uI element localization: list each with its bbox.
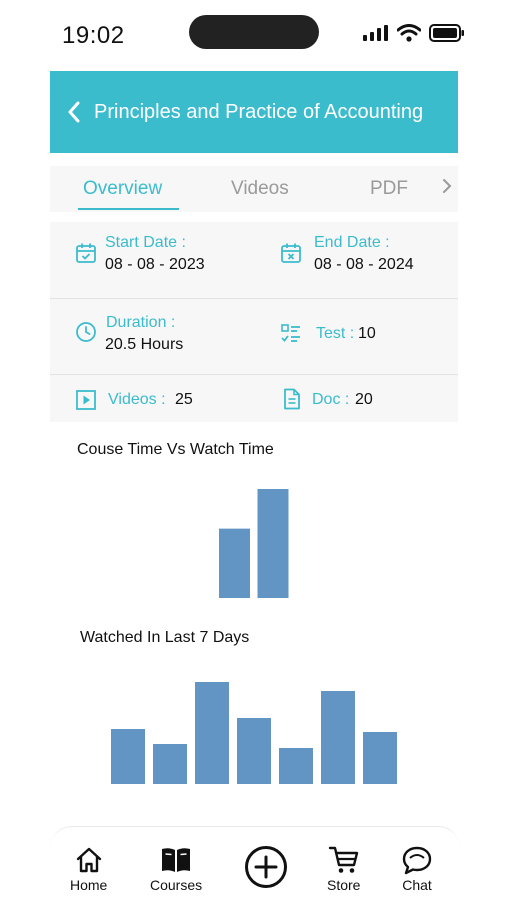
chart-bar: [363, 732, 397, 784]
battery-icon: [429, 24, 464, 42]
plus-circle-icon: [245, 846, 287, 888]
nav-courses[interactable]: Courses: [150, 845, 202, 893]
clock-icon: [76, 322, 96, 342]
app-header: Principles and Practice of Accounting: [50, 71, 458, 153]
duration-value: 20.5 Hours: [105, 336, 184, 353]
nav-store[interactable]: Store: [327, 845, 360, 893]
start-date-label: Start Date :: [105, 234, 186, 251]
nav-store-label: Store: [327, 877, 361, 893]
book-icon: [162, 848, 191, 872]
videos-value: 25: [175, 391, 193, 408]
document-icon: [284, 388, 300, 410]
divider: [50, 298, 458, 299]
test-value: 10: [358, 325, 376, 342]
nav-chat[interactable]: Chat: [401, 845, 433, 893]
chart-title-course-vs-watch: Couse Time Vs Watch Time: [77, 441, 274, 458]
status-time: 19:02: [62, 22, 125, 49]
chat-icon: [402, 846, 432, 875]
chart-bar: [321, 691, 355, 784]
checklist-icon: [281, 324, 300, 342]
cart-icon: [328, 846, 358, 873]
chart-bar: [219, 528, 250, 598]
test-label: Test :: [316, 325, 355, 342]
duration-label: Duration :: [106, 314, 176, 331]
chart-bar: [237, 718, 271, 784]
course-info-card: Start Date : 08 - 08 - 2023 End Date : 0…: [50, 222, 458, 422]
signal-icon: [363, 25, 388, 41]
wifi-icon: [397, 24, 421, 42]
tab-videos[interactable]: Videos: [231, 178, 289, 200]
bottom-navigation: Home Courses Store Chat: [50, 826, 460, 900]
video-icon: [76, 390, 96, 410]
course-vs-watch-chart: [219, 489, 289, 598]
doc-value: 20: [355, 391, 373, 408]
chevron-right-icon[interactable]: [442, 178, 452, 194]
chevron-left-icon: [68, 101, 80, 123]
doc-label: Doc :: [312, 391, 350, 408]
last-7-days-chart: [111, 682, 397, 784]
chart-bar: [153, 744, 187, 784]
chart-bar: [111, 729, 145, 784]
divider: [50, 374, 458, 375]
chart-title-last-7-days: Watched In Last 7 Days: [80, 629, 250, 646]
end-date-label: End Date :: [314, 234, 390, 251]
nav-courses-label: Courses: [150, 877, 203, 893]
tab-bar: Overview Videos PDF: [50, 166, 458, 212]
tab-pdf[interactable]: PDF: [370, 178, 408, 200]
active-tab-indicator: [78, 208, 179, 210]
end-date-value: 08 - 08 - 2024: [314, 256, 414, 273]
chart-bar: [279, 748, 313, 784]
nav-home-label: Home: [70, 877, 108, 893]
calendar-x-icon: [281, 243, 301, 263]
nav-add[interactable]: [244, 845, 288, 889]
videos-label: Videos :: [108, 391, 166, 408]
camera-notch: [189, 15, 319, 49]
calendar-check-icon: [76, 243, 96, 263]
nav-home[interactable]: Home: [70, 845, 107, 893]
tab-overview[interactable]: Overview: [83, 178, 162, 200]
status-icons: [363, 24, 465, 42]
chart-bar: [257, 489, 289, 598]
chart-bar: [195, 682, 229, 784]
home-icon: [76, 847, 101, 873]
start-date-value: 08 - 08 - 2023: [105, 256, 205, 273]
page-title: Principles and Practice of Accounting: [94, 100, 424, 123]
status-bar: 19:02: [0, 0, 507, 70]
nav-chat-label: Chat: [402, 877, 432, 893]
back-button[interactable]: [50, 71, 94, 153]
